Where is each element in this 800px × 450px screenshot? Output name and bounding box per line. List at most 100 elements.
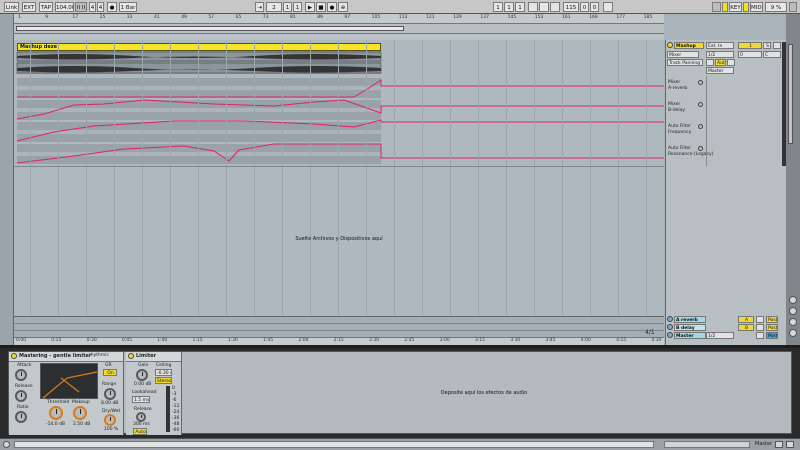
beat-ruler[interactable]: 1 9 17 25 33 41 49 57 65 73 81 89 97 105 113 121 129 137 1… <box>14 14 664 24</box>
quantization-select[interactable]: 1 Bar <box>119 2 137 12</box>
follow-button[interactable]: ⇥ <box>255 2 264 12</box>
fold-icon[interactable] <box>789 318 797 326</box>
master-activator[interactable] <box>667 332 673 338</box>
ceiling-field[interactable]: -0.30 dB <box>155 369 172 376</box>
draw-mode-button[interactable] <box>603 2 613 12</box>
device-power-icon[interactable] <box>128 353 134 359</box>
master-name[interactable]: Master <box>674 332 706 339</box>
monitor-off-button[interactable] <box>727 59 735 66</box>
position-bar[interactable]: 2 <box>266 2 282 12</box>
track-activator[interactable] <box>667 42 673 48</box>
return-activator[interactable] <box>667 316 673 322</box>
automation-device-select[interactable]: Mixer <box>667 51 699 58</box>
input-type-select[interactable]: Ext. In <box>706 42 734 49</box>
signature-denominator[interactable]: 4 <box>97 2 104 12</box>
ext-sync-button[interactable]: EXT <box>22 2 36 12</box>
auto-release-button[interactable]: Auto <box>133 428 147 435</box>
return-solo-a[interactable] <box>756 316 764 323</box>
loop-brace[interactable] <box>16 26 404 31</box>
midi-map-button[interactable]: MIDI <box>750 2 763 12</box>
gain-knob[interactable] <box>136 369 148 381</box>
return-name-b[interactable]: B delay <box>674 324 706 331</box>
device-mastering[interactable]: Mastering - gentle limiter rhythmic Atta… <box>9 352 124 435</box>
release-knob[interactable] <box>15 390 27 402</box>
return-name-a[interactable]: A reverb <box>674 316 706 323</box>
lane-remove-icon[interactable] <box>698 146 703 151</box>
automation-param-select[interactable]: Track Panning <box>667 59 703 66</box>
lane-remove-icon[interactable] <box>698 80 703 85</box>
loop-length-sixteenth[interactable]: 0 <box>590 2 599 12</box>
info-toggle-icon[interactable] <box>3 441 10 448</box>
master-output-select[interactable]: 1/2 <box>706 332 734 339</box>
loop-brace-bar[interactable] <box>14 24 664 34</box>
master-lane[interactable] <box>14 330 664 337</box>
return-lane-b[interactable] <box>14 323 664 330</box>
input-channel-select[interactable]: 1/2 <box>706 51 734 58</box>
monitor-auto-button[interactable]: Auto <box>715 59 726 66</box>
device-chain[interactable]: Mastering - gentle limiter rhythmic Atta… <box>8 351 792 435</box>
master-post[interactable]: Post <box>766 332 778 339</box>
detail-toggle-icon[interactable] <box>786 441 794 448</box>
track-lanes[interactable]: Mashup deze Suelte Archivos y Dispositiv… <box>14 40 664 316</box>
return-post-a[interactable]: Post <box>766 316 778 323</box>
record-arm-button[interactable] <box>773 42 781 49</box>
return-lane-a[interactable] <box>14 316 664 323</box>
track-number[interactable]: 1 <box>738 42 762 49</box>
threshold-knob[interactable] <box>49 406 63 420</box>
loop-start-sixteenth[interactable]: 1 <box>515 2 525 12</box>
punch-out-button[interactable] <box>550 2 560 12</box>
loop-length-beat[interactable]: 0 <box>580 2 589 12</box>
device-limiter[interactable]: Limiter Gain 0.00 dB Ceiling -0.30 dB St… <box>126 352 182 435</box>
waveform-and-automation[interactable] <box>14 40 664 316</box>
view-scrollbar[interactable] <box>786 14 800 345</box>
device-power-icon[interactable] <box>11 353 17 359</box>
lane-remove-icon[interactable] <box>698 102 703 107</box>
return-letter-a[interactable]: A <box>738 316 754 323</box>
position-sixteenth[interactable]: 1 <box>293 2 302 12</box>
monitor-in-button[interactable] <box>706 59 714 66</box>
loop-switch[interactable] <box>539 2 549 12</box>
loop-start-bar[interactable]: 1 <box>493 2 503 12</box>
play-button[interactable]: ▶ <box>305 2 315 12</box>
solo-button[interactable]: S <box>763 42 771 49</box>
loop-length-bar[interactable]: 115 <box>563 2 579 12</box>
ratio-knob[interactable] <box>15 411 27 423</box>
time-ruler[interactable]: 0:00 0:15 0:30 0:45 1:00 1:15 1:30 1:45 2:00 2:15… <box>14 337 664 345</box>
link-button[interactable]: Link <box>4 2 19 12</box>
metronome-button[interactable]: ● <box>107 2 117 12</box>
stop-button[interactable]: ■ <box>316 2 326 12</box>
expand-icon[interactable] <box>789 329 797 337</box>
midi-track-icon[interactable] <box>775 441 783 448</box>
overview-strip[interactable] <box>664 441 750 448</box>
key-map-button[interactable]: KEY <box>729 2 742 12</box>
output-select[interactable]: Master <box>706 67 734 74</box>
on-button[interactable]: On <box>103 369 117 376</box>
master-solo[interactable] <box>756 332 764 339</box>
zoom-in-icon[interactable] <box>789 296 797 304</box>
tap-tempo-button[interactable]: TAP <box>39 2 53 12</box>
stereo-button[interactable]: Stereo <box>155 377 172 384</box>
release-knob[interactable] <box>136 412 146 422</box>
lookahead-select[interactable]: 1.5 ms <box>132 396 150 403</box>
track-name[interactable]: Mashup <box>674 42 704 49</box>
position-beat[interactable]: 1 <box>283 2 292 12</box>
attack-knob[interactable] <box>15 369 27 381</box>
pan-field[interactable]: C <box>763 51 781 58</box>
makeup-knob[interactable] <box>73 406 87 420</box>
punch-in-button[interactable] <box>528 2 538 12</box>
signature-numerator[interactable]: 4 <box>89 2 96 12</box>
drywet-knob[interactable] <box>104 414 116 426</box>
return-letter-b[interactable]: B <box>738 324 754 331</box>
return-activator[interactable] <box>667 324 673 330</box>
tempo-nudge[interactable]: II II <box>75 2 87 12</box>
record-button[interactable]: ● <box>327 2 337 12</box>
volume-field[interactable]: 0 <box>738 51 762 58</box>
tempo-field[interactable]: 104.00 <box>55 2 74 12</box>
range-knob[interactable] <box>104 388 116 400</box>
loop-start-beat[interactable]: 1 <box>504 2 514 12</box>
return-post-b[interactable]: Post <box>766 324 778 331</box>
lane-remove-icon[interactable] <box>698 124 703 129</box>
overdub-button[interactable]: ⊕ <box>338 2 348 12</box>
return-solo-b[interactable] <box>756 324 764 331</box>
scrollbar-thumb[interactable] <box>788 44 793 144</box>
